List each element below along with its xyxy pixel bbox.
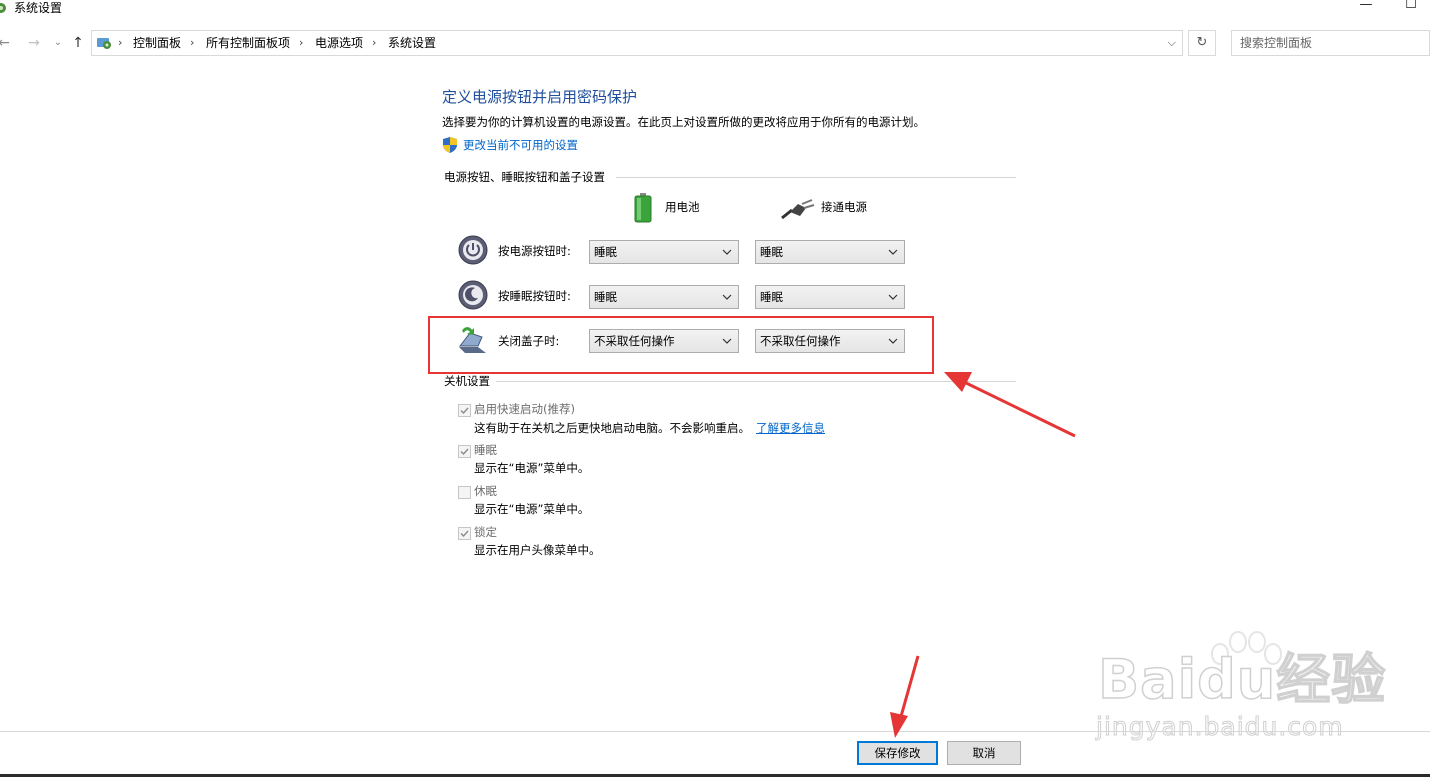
annotation-highlight-box (428, 316, 934, 374)
page-title: 定义电源按钮并启用密码保护 (442, 88, 638, 106)
forward-button[interactable]: → (26, 34, 42, 52)
window-title: 系统设置 (14, 1, 63, 15)
page-description: 选择要为你的计算机设置的电源设置。在此页上对设置所做的更改将应用于你所有的电源计… (442, 115, 925, 129)
lock-desc: 显示在用户头像菜单中。 (474, 543, 601, 557)
divider (496, 381, 1016, 382)
checkmark-icon (460, 530, 469, 538)
chevron-down-icon (722, 249, 732, 255)
breadcrumb-control-panel[interactable]: 控制面板 (133, 36, 181, 50)
hibernate-checkbox[interactable] (458, 486, 471, 499)
fast-startup-checkbox[interactable] (458, 404, 471, 417)
learn-more-link[interactable]: 了解更多信息 (756, 421, 825, 435)
divider (616, 177, 1016, 178)
sleep-title: 睡眠 (474, 443, 497, 457)
save-changes-button[interactable]: 保存修改 (857, 741, 938, 765)
plugged-in-column-header: 接通电源 (821, 200, 867, 214)
hibernate-desc: 显示在“电源”菜单中。 (474, 502, 590, 516)
watermark-brand: Baidu经验 (1097, 648, 1387, 711)
lock-title: 锁定 (474, 525, 497, 539)
annotation-arrow-icon (890, 655, 920, 738)
power-button-plugged-select[interactable]: 睡眠 (755, 240, 905, 264)
cancel-button[interactable]: 取消 (947, 741, 1021, 765)
footer-divider (0, 731, 1430, 732)
battery-column-header: 用电池 (665, 200, 700, 214)
chevron-right-icon: › (372, 36, 377, 49)
up-button[interactable]: ↑ (70, 34, 86, 52)
power-plug-icon (781, 199, 815, 220)
refresh-button[interactable]: ↻ (1188, 30, 1216, 56)
sleep-button-icon (458, 280, 488, 310)
power-button-battery-select[interactable]: 睡眠 (589, 240, 739, 264)
checkmark-icon (460, 448, 469, 456)
shield-icon (443, 137, 457, 153)
hibernate-title: 休眠 (474, 484, 497, 498)
breadcrumb-all-items[interactable]: 所有控制面板项 (206, 36, 290, 50)
sleep-button-label: 按睡眠按钮时: (498, 289, 571, 303)
sleep-button-plugged-select[interactable]: 睡眠 (755, 285, 905, 309)
fast-startup-title: 启用快速启动(推荐) (474, 402, 575, 416)
battery-icon (634, 193, 652, 223)
chevron-down-icon (722, 294, 732, 300)
sleep-desc: 显示在“电源”菜单中。 (474, 461, 590, 475)
chevron-right-icon: › (118, 36, 123, 49)
control-panel-icon (0, 3, 6, 13)
lock-checkbox[interactable] (458, 527, 471, 540)
back-button[interactable]: ← (0, 34, 12, 52)
power-group-title: 电源按钮、睡眠按钮和盖子设置 (444, 170, 605, 184)
title-bar: 系统设置 — ☐ (0, 0, 1430, 20)
chevron-down-icon (888, 249, 898, 255)
change-unavailable-settings-link[interactable]: 更改当前不可用的设置 (463, 138, 578, 152)
fast-startup-desc: 这有助于在关机之后更快地启动电脑。不会影响重启。 了解更多信息 (474, 421, 825, 435)
selected-value: 睡眠 (594, 290, 617, 304)
chevron-right-icon: › (299, 36, 304, 49)
shutdown-group-title: 关机设置 (444, 374, 490, 388)
address-bar[interactable]: › 控制面板 › 所有控制面板项 › 电源选项 › 系统设置 ⌵ (91, 30, 1183, 56)
power-button-label: 按电源按钮时: (498, 244, 571, 258)
selected-value: 睡眠 (594, 245, 617, 259)
checkmark-icon (460, 407, 469, 415)
recent-locations-button[interactable]: ⌄ (50, 34, 66, 52)
control-panel-icon (97, 38, 111, 49)
fast-startup-desc-text: 这有助于在关机之后更快地启动电脑。不会影响重启。 (474, 421, 750, 435)
chevron-down-icon (888, 294, 898, 300)
chevron-down-icon[interactable]: ⌵ (1168, 36, 1176, 50)
power-button-icon (458, 235, 488, 265)
selected-value: 睡眠 (760, 290, 783, 304)
breadcrumb-power-options[interactable]: 电源选项 (315, 36, 363, 50)
breadcrumb-system-settings[interactable]: 系统设置 (388, 36, 436, 50)
maximize-button[interactable]: ☐ (1404, 0, 1418, 12)
minimize-button[interactable]: — (1359, 0, 1373, 12)
search-input[interactable] (1231, 30, 1430, 56)
selected-value: 睡眠 (760, 245, 783, 259)
chevron-right-icon: › (190, 36, 195, 49)
sleep-checkbox[interactable] (458, 445, 471, 458)
sleep-button-battery-select[interactable]: 睡眠 (589, 285, 739, 309)
watermark-url: jingyan.baidu.com (1096, 712, 1344, 741)
